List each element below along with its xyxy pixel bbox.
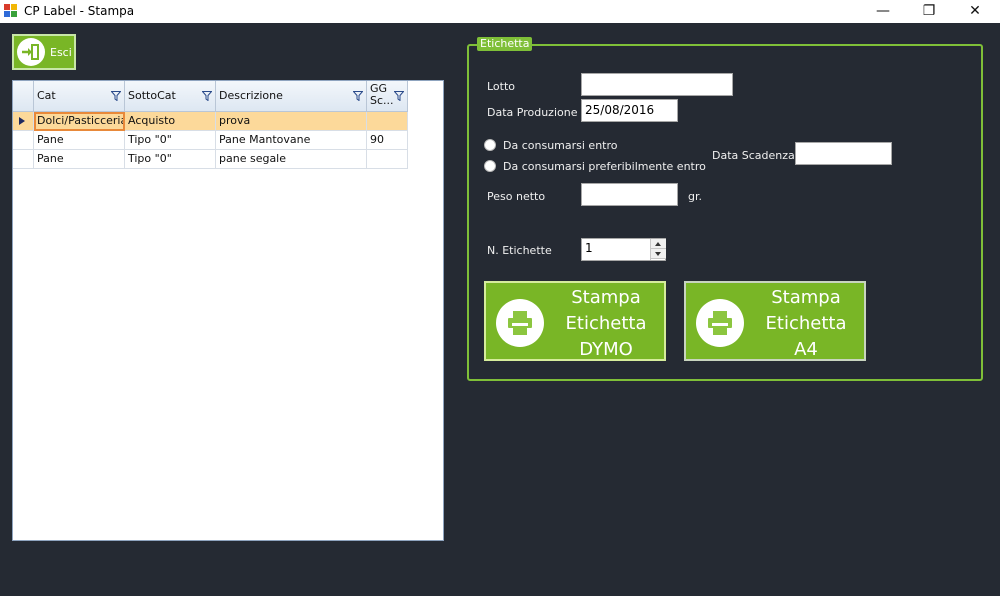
data-produzione-input[interactable]: 25/08/2016 (581, 99, 678, 122)
row-header[interactable] (13, 131, 34, 150)
table-row[interactable]: Dolci/Pasticceria Acquisto prova (13, 112, 408, 131)
column-header-label: Cat (37, 89, 56, 102)
cell-sottocat[interactable]: Acquisto (125, 112, 216, 131)
filter-icon[interactable] (394, 91, 404, 101)
data-produzione-label: Data Produzione (487, 106, 578, 119)
filter-icon[interactable] (202, 91, 212, 101)
app-icon (4, 4, 18, 18)
column-header-label: Descrizione (219, 89, 283, 102)
cell-sottocat[interactable]: Tipo "0" (125, 150, 216, 169)
cell-descrizione[interactable]: pane segale (216, 150, 367, 169)
row-header-corner (13, 81, 34, 112)
cell-cat[interactable]: Pane (34, 131, 125, 150)
column-header-sottocat[interactable]: SottoCat (125, 81, 216, 112)
lotto-input[interactable] (581, 73, 733, 96)
peso-unit-label: gr. (688, 190, 702, 203)
n-etichette-stepper[interactable]: 1 (581, 238, 666, 261)
printer-icon (496, 299, 544, 347)
cell-sottocat[interactable]: Tipo "0" (125, 131, 216, 150)
filter-icon[interactable] (111, 91, 121, 101)
radio-preferibilmente-entro[interactable] (484, 160, 496, 172)
minimize-button[interactable]: — (860, 0, 906, 23)
stepper-down-icon[interactable] (651, 249, 666, 259)
print-dymo-label: Stampa Etichetta DYMO (565, 287, 647, 360)
cell-gg[interactable] (367, 112, 408, 131)
n-etichette-value[interactable]: 1 (585, 241, 593, 255)
row-header[interactable] (13, 150, 34, 169)
cell-gg[interactable]: 90 (367, 131, 408, 150)
data-scadenza-input[interactable] (795, 142, 892, 165)
print-a4-button[interactable]: Stampa Etichetta A4 (684, 281, 866, 361)
current-row-arrow-icon (19, 117, 25, 125)
restore-button[interactable]: ❐ (906, 0, 952, 23)
etichetta-group-title: Etichetta (477, 37, 533, 51)
cell-gg[interactable] (367, 150, 408, 169)
window-title: CP Label - Stampa (24, 4, 135, 18)
exit-button-label: Esci (50, 45, 72, 59)
column-header-label: GG Sc... (370, 82, 394, 107)
data-grid[interactable]: Cat SottoCat Descrizione GG Sc... Dolci/P… (12, 80, 444, 541)
print-dymo-button[interactable]: Stampa Etichetta DYMO (484, 281, 666, 361)
lotto-label: Lotto (487, 80, 516, 93)
stepper-up-icon[interactable] (651, 239, 666, 249)
cell-descrizione[interactable]: Pane Mantovane (216, 131, 367, 150)
printer-icon (696, 299, 744, 347)
column-header-cat[interactable]: Cat (34, 81, 125, 112)
n-etichette-label: N. Etichette (487, 244, 552, 257)
table-row[interactable]: Pane Tipo "0" Pane Mantovane 90 (13, 131, 408, 150)
print-a4-label: Stampa Etichetta A4 (765, 287, 847, 360)
cell-descrizione[interactable]: prova (216, 112, 367, 131)
cell-cat[interactable]: Pane (34, 150, 125, 169)
grid-header: Cat SottoCat Descrizione GG Sc... (13, 81, 408, 112)
exit-button[interactable]: Esci (12, 34, 76, 70)
table-row[interactable]: Pane Tipo "0" pane segale (13, 150, 408, 169)
filter-icon[interactable] (353, 91, 363, 101)
peso-netto-label: Peso netto (487, 190, 546, 203)
cell-cat[interactable]: Dolci/Pasticceria (34, 112, 125, 131)
title-bar: CP Label - Stampa — ❐ ✕ (0, 0, 1000, 23)
radio-preferibilmente-entro-label[interactable]: Da consumarsi preferibilmente entro (503, 160, 706, 173)
close-button[interactable]: ✕ (952, 0, 998, 23)
column-header-descrizione[interactable]: Descrizione (216, 81, 367, 112)
column-header-label: SottoCat (128, 89, 176, 102)
exit-door-icon (17, 38, 45, 66)
row-header[interactable] (13, 112, 34, 131)
peso-netto-input[interactable] (581, 183, 678, 206)
data-scadenza-label: Data Scadenza (712, 149, 795, 162)
column-header-gg-scadenza[interactable]: GG Sc... (367, 81, 408, 112)
radio-da-consumarsi-entro-label[interactable]: Da consumarsi entro (503, 139, 618, 152)
radio-da-consumarsi-entro[interactable] (484, 139, 496, 151)
